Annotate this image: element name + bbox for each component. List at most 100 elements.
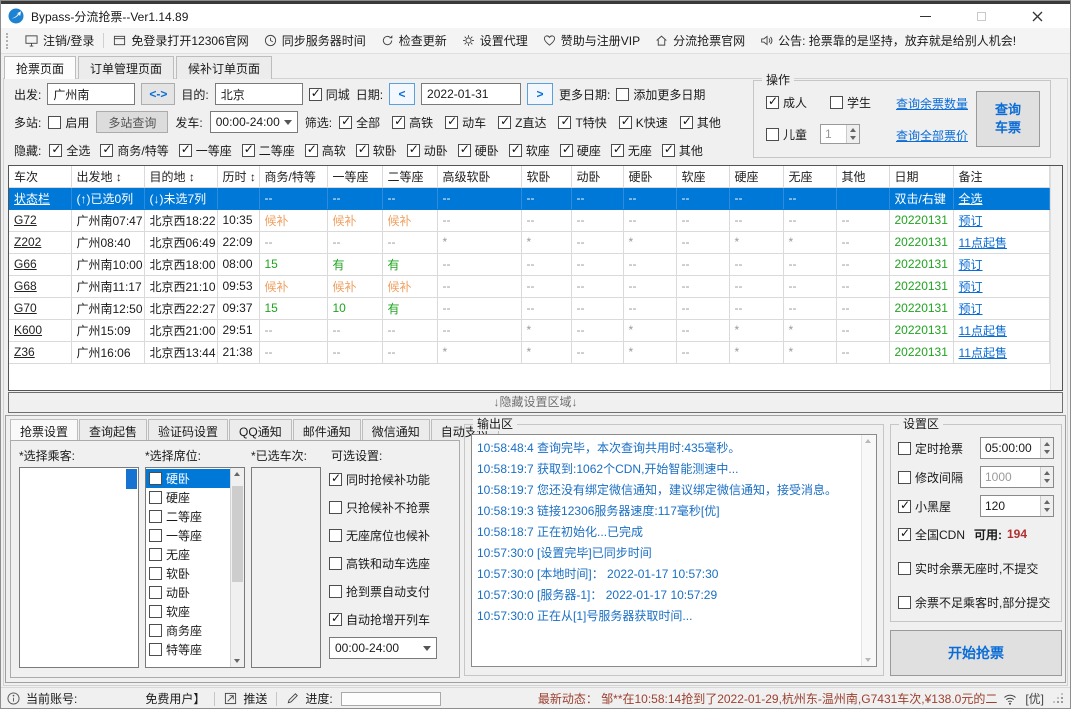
- checkbox[interactable]: [329, 584, 342, 598]
- train-row[interactable]: G72 广州南07:47 北京西18:22 10:35 候补 候补 候补 -- -- -- -- --…: [9, 209, 1050, 232]
- toolbar-item-5[interactable]: 设置代理: [462, 32, 528, 49]
- booking-link[interactable]: 11点起售: [953, 319, 1050, 342]
- grab-option-checkbox[interactable]: 只抢候补不抢票: [329, 499, 430, 516]
- checkbox[interactable]: [898, 561, 911, 575]
- booking-link[interactable]: 11点起售: [953, 231, 1050, 254]
- main-tab-3[interactable]: 候补订单页面: [176, 56, 273, 79]
- train-type-checkbox[interactable]: 全部: [339, 114, 380, 131]
- checkbox[interactable]: [304, 142, 318, 157]
- setting-stepper[interactable]: 1000: [980, 466, 1054, 488]
- checkbox[interactable]: [898, 498, 911, 513]
- scrollbar-thumb[interactable]: [232, 486, 243, 582]
- multi-station-query-button[interactable]: 多站查询: [96, 111, 169, 133]
- output-scrollbar[interactable]: [861, 435, 876, 666]
- setting-checkbox[interactable]: 余票不足乘客时,部分提交: [898, 594, 1050, 611]
- checkbox[interactable]: [149, 510, 162, 523]
- table-scrollbar[interactable]: [1050, 166, 1062, 390]
- checkbox[interactable]: [149, 605, 162, 618]
- scroll-up-icon[interactable]: [865, 439, 871, 443]
- seat-scrollbar[interactable]: [230, 468, 244, 667]
- push-label[interactable]: 推送: [243, 690, 267, 707]
- seat-option[interactable]: 特等座: [146, 640, 230, 659]
- setting-stepper[interactable]: 120: [980, 495, 1054, 517]
- main-tab-2[interactable]: 订单管理页面: [78, 56, 175, 79]
- to-input[interactable]: 北京: [214, 83, 303, 105]
- seat-option[interactable]: 硬座: [146, 488, 230, 507]
- hide-seat-checkbox[interactable]: 硬座: [559, 142, 601, 159]
- column-header[interactable]: 软座: [676, 166, 730, 188]
- checkbox[interactable]: [149, 529, 162, 542]
- checkbox[interactable]: [457, 142, 471, 157]
- checkbox[interactable]: [766, 94, 779, 109]
- multi-station-enable-checkbox[interactable]: 启用: [48, 114, 89, 131]
- scroll-down-icon[interactable]: [865, 658, 871, 662]
- stepper-arrows[interactable]: [1040, 438, 1053, 458]
- checkbox[interactable]: [559, 142, 573, 157]
- toolbar-item-2[interactable]: 免登录打开12306官网: [113, 32, 249, 49]
- column-header[interactable]: 日期: [889, 166, 954, 188]
- checkbox[interactable]: [149, 643, 162, 656]
- hide-seat-checkbox[interactable]: 无座: [610, 142, 652, 159]
- column-header[interactable]: 出发地 ↕: [71, 166, 145, 188]
- column-header[interactable]: 硬座: [729, 166, 784, 188]
- checkbox[interactable]: [898, 441, 911, 455]
- seat-option[interactable]: 软卧: [146, 564, 230, 583]
- main-tab-1[interactable]: 抢票页面: [4, 56, 77, 79]
- checkbox[interactable]: [898, 595, 911, 609]
- train-row[interactable]: Z36 广州16:06 北京西13:44 21:38 -- -- -- * * -- * -- * * --…: [9, 341, 1050, 364]
- cdn-checkbox[interactable]: 全国CDN: [898, 526, 965, 543]
- train-row[interactable]: G70 广州南12:50 北京西22:27 09:37 15 10 有 -- -- -- -- -- -…: [9, 297, 1050, 320]
- checkbox[interactable]: [498, 114, 512, 129]
- seat-option[interactable]: 软座: [146, 602, 230, 621]
- query-tickets-button[interactable]: 查询 车票: [976, 91, 1040, 147]
- close-button[interactable]: [1027, 7, 1047, 25]
- train-number-link[interactable]: G68: [9, 275, 72, 298]
- checkbox[interactable]: [100, 142, 114, 157]
- settings-tab-1[interactable]: 抢票设置: [10, 419, 79, 440]
- depart-time-select[interactable]: 00:00-24:00: [209, 111, 298, 133]
- hide-seat-checkbox[interactable]: 软座: [508, 142, 550, 159]
- stepper-arrows[interactable]: [1040, 496, 1053, 516]
- hide-seat-checkbox[interactable]: 一等座: [178, 142, 232, 159]
- train-row[interactable]: Z202 广州08:40 北京西06:49 22:09 -- -- -- * * -- * -- * * -…: [9, 231, 1050, 254]
- setting-checkbox[interactable]: 小黑屋: [898, 498, 980, 515]
- checkbox[interactable]: [339, 114, 353, 129]
- setting-stepper[interactable]: 05:00:00: [980, 437, 1054, 459]
- from-input[interactable]: 广州南: [47, 83, 136, 105]
- child-count-stepper[interactable]: 1: [820, 124, 860, 144]
- column-header[interactable]: 历时 ↕: [217, 166, 260, 188]
- grab-option-checkbox[interactable]: 无座席位也候补: [329, 527, 430, 544]
- stepper-arrows[interactable]: [1040, 467, 1053, 487]
- column-header[interactable]: 备注: [953, 166, 1050, 188]
- grab-option-checkbox[interactable]: 高铁和动车选座: [329, 555, 430, 572]
- settings-tab-6[interactable]: 微信通知: [361, 419, 430, 440]
- checkbox[interactable]: [149, 548, 162, 561]
- scroll-down-icon[interactable]: [234, 659, 240, 663]
- settings-tab-5[interactable]: 邮件通知: [292, 419, 361, 440]
- student-checkbox[interactable]: 学生: [830, 94, 871, 111]
- setting-checkbox[interactable]: 修改间隔: [898, 469, 980, 486]
- scroll-up-icon[interactable]: [234, 472, 240, 476]
- booking-link[interactable]: 预订: [953, 297, 1050, 320]
- train-number-link[interactable]: G70: [9, 297, 72, 320]
- toolbar-item-3[interactable]: 同步服务器时间: [264, 32, 366, 49]
- hide-settings-divider[interactable]: ↓隐藏设置区域↓: [8, 392, 1063, 413]
- seat-option[interactable]: 一等座: [146, 526, 230, 545]
- grab-time-range-select[interactable]: 00:00-24:00: [329, 637, 437, 659]
- train-number-link[interactable]: K600: [9, 319, 72, 342]
- column-header[interactable]: 动卧: [571, 166, 624, 188]
- maximize-button[interactable]: [971, 7, 991, 25]
- column-header[interactable]: 商务/特等: [259, 166, 328, 188]
- child-checkbox[interactable]: 儿童: [766, 126, 807, 143]
- train-number-link[interactable]: Z202: [9, 231, 72, 254]
- checkbox[interactable]: [149, 624, 162, 637]
- adult-checkbox[interactable]: 成人: [766, 94, 807, 111]
- seat-option[interactable]: 二等座: [146, 507, 230, 526]
- add-more-dates-checkbox[interactable]: 添加更多日期: [616, 86, 705, 103]
- query-remaining-tickets-link[interactable]: 查询余票数量: [896, 95, 968, 112]
- seat-option[interactable]: 商务座: [146, 621, 230, 640]
- toolbar-item-4[interactable]: 检查更新: [381, 32, 447, 49]
- booking-link[interactable]: 全选: [953, 187, 1050, 210]
- toolbar-item-7[interactable]: 分流抢票官网: [655, 32, 745, 49]
- hide-seat-checkbox[interactable]: 高软: [304, 142, 346, 159]
